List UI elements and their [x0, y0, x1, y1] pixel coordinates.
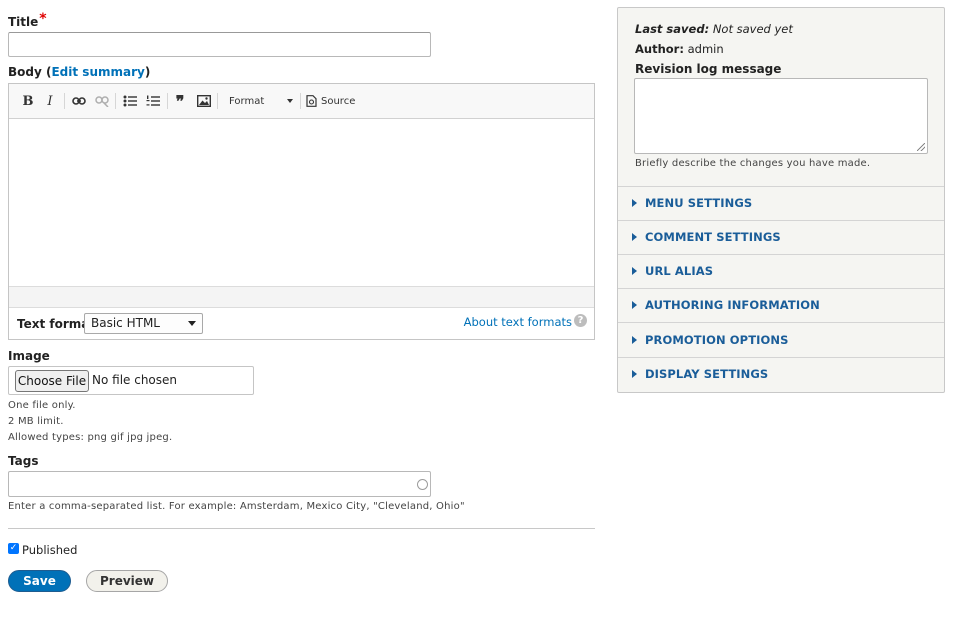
revision-log-textarea[interactable] [634, 78, 928, 154]
meta-header: Last saved: Not saved yet Author: admin … [618, 8, 944, 187]
bulleted-list-icon[interactable] [122, 92, 138, 110]
toolbar-separator [64, 93, 65, 109]
tags-label: Tags [8, 454, 39, 468]
last-saved-value: Not saved yet [712, 22, 793, 36]
caret-right-icon [632, 336, 637, 344]
resize-handle-icon[interactable] [917, 143, 925, 151]
last-saved: Last saved: Not saved yet [635, 22, 793, 36]
revision-log-label: Revision log message [635, 62, 782, 76]
author-label: Author: [635, 42, 684, 56]
section-url-alias[interactable]: URL ALIAS [618, 255, 944, 289]
editor-path-bar [9, 286, 594, 308]
required-marker: * [39, 11, 47, 27]
no-file-text: No file chosen [92, 373, 178, 387]
edit-summary-link[interactable]: Edit summary [51, 65, 144, 79]
image-desc-line: One file only. [8, 400, 76, 411]
chevron-down-icon [188, 321, 196, 326]
format-dropdown-label: Format [229, 95, 265, 107]
tags-input[interactable] [8, 471, 431, 497]
caret-right-icon [632, 370, 637, 378]
blockquote-icon[interactable]: ❞ [172, 92, 188, 111]
toolbar-separator [217, 93, 218, 109]
help-icon[interactable]: ? [574, 314, 587, 327]
text-format-value: Basic HTML [91, 316, 160, 330]
body-editor: B I ❞ Format Source Text format Basic HT… [8, 83, 595, 340]
section-display-settings[interactable]: DISPLAY SETTINGS [618, 358, 944, 392]
italic-button[interactable]: I [43, 92, 57, 110]
author-value: admin [687, 42, 724, 56]
section-title: DISPLAY SETTINGS [645, 367, 769, 381]
section-authoring-information[interactable]: AUTHORING INFORMATION [618, 289, 944, 323]
image-desc-line: 2 MB limit. [8, 416, 64, 427]
caret-right-icon [632, 199, 637, 207]
toolbar-separator [300, 93, 301, 109]
section-promotion-options[interactable]: PROMOTION OPTIONS [618, 324, 944, 358]
bold-button[interactable]: B [21, 92, 35, 110]
source-label: Source [321, 95, 356, 107]
save-button[interactable]: Save [8, 570, 71, 592]
editor-toolbar: B I ❞ Format Source [9, 84, 594, 119]
caret-right-icon [632, 233, 637, 241]
choose-file-button[interactable]: Choose File [15, 370, 89, 392]
last-saved-label: Last saved: [635, 22, 710, 36]
editor-content-area[interactable] [9, 119, 594, 286]
section-title: AUTHORING INFORMATION [645, 298, 820, 312]
caret-right-icon [632, 267, 637, 275]
toolbar-separator [167, 93, 168, 109]
author: Author: admin [635, 42, 724, 56]
section-comment-settings[interactable]: COMMENT SETTINGS [618, 221, 944, 255]
published-checkbox[interactable]: ✓ [8, 543, 19, 554]
unlink-icon[interactable] [94, 92, 110, 110]
source-icon [306, 95, 317, 107]
section-title: COMMENT SETTINGS [645, 230, 781, 244]
revision-log-description: Briefly describe the changes you have ma… [635, 158, 871, 169]
section-menu-settings[interactable]: MENU SETTINGS [618, 187, 944, 221]
about-text-formats-link[interactable]: About text formats [464, 315, 572, 329]
divider [8, 528, 595, 529]
toolbar-separator [115, 93, 116, 109]
image-desc-line: Allowed types: png gif jpg jpeg. [8, 432, 173, 443]
image-icon[interactable] [196, 92, 212, 110]
numbered-list-icon[interactable] [145, 92, 161, 110]
section-title: URL ALIAS [645, 264, 714, 278]
meta-sidebar: Last saved: Not saved yet Author: admin … [617, 7, 945, 393]
link-icon[interactable] [71, 92, 87, 110]
section-title: MENU SETTINGS [645, 196, 753, 210]
title-label: Title* [8, 11, 47, 29]
image-label: Image [8, 349, 50, 363]
caret-right-icon [632, 301, 637, 309]
autocomplete-icon [417, 479, 428, 490]
published-label[interactable]: Published [22, 543, 77, 557]
tags-description: Enter a comma-separated list. For exampl… [8, 501, 465, 512]
source-button[interactable]: Source [306, 92, 360, 110]
preview-button[interactable]: Preview [86, 570, 168, 592]
body-label: Body (Edit summary) [8, 65, 151, 79]
text-format-select[interactable]: Basic HTML [84, 313, 203, 334]
format-dropdown[interactable]: Format [221, 92, 299, 110]
title-input[interactable] [8, 32, 431, 57]
file-upload-widget: Choose File No file chosen [8, 366, 254, 395]
section-title: PROMOTION OPTIONS [645, 333, 789, 347]
image-description: One file only. 2 MB limit. Allowed types… [8, 398, 172, 446]
chevron-down-icon [287, 99, 293, 103]
